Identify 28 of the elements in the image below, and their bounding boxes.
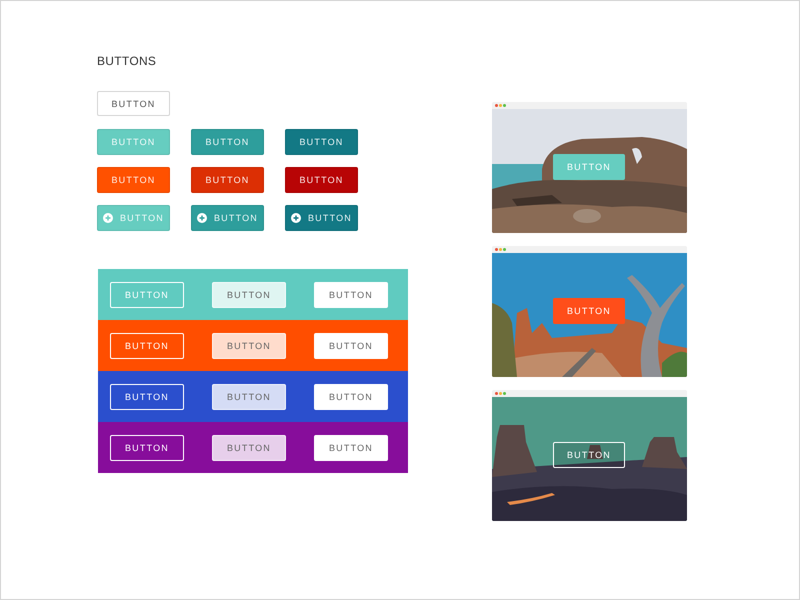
tint-button[interactable]: BUTTON xyxy=(212,332,286,358)
filled-button[interactable]: BUTTON xyxy=(97,167,170,193)
tint-button[interactable]: BUTTON xyxy=(212,384,286,410)
solid-button[interactable]: BUTTON xyxy=(314,282,388,308)
section-title: BUTTONS xyxy=(97,53,158,69)
window-controls-icon xyxy=(495,392,506,395)
solid-button[interactable]: BUTTON xyxy=(314,332,388,358)
plus-icon xyxy=(196,213,207,223)
solid-button[interactable]: BUTTON xyxy=(553,298,625,324)
tint-button[interactable]: BUTTON xyxy=(212,282,286,308)
solid-button[interactable]: BUTTON xyxy=(314,434,388,460)
filled-button[interactable]: BUTTON xyxy=(191,167,264,193)
ghost-button[interactable]: BUTTON xyxy=(553,442,625,468)
outline-button[interactable]: BUTTON xyxy=(110,434,184,460)
outline-button[interactable]: BUTTON xyxy=(110,332,184,358)
solid-button[interactable]: BUTTON xyxy=(314,384,388,410)
outline-button[interactable]: BUTTON xyxy=(110,384,184,410)
plus-icon xyxy=(290,213,301,223)
filled-button[interactable]: BUTTON xyxy=(285,129,358,155)
icon-button[interactable]: BUTTON xyxy=(285,205,358,231)
icon-button[interactable]: BUTTON xyxy=(191,205,264,231)
filled-button[interactable]: BUTTON xyxy=(285,167,358,193)
plus-icon xyxy=(102,213,113,223)
filled-button[interactable]: BUTTON xyxy=(191,129,264,155)
outline-button[interactable]: BUTTON xyxy=(97,91,170,116)
tint-button[interactable]: BUTTON xyxy=(212,434,286,460)
window-controls-icon xyxy=(495,104,506,107)
window-controls-icon xyxy=(495,248,506,251)
